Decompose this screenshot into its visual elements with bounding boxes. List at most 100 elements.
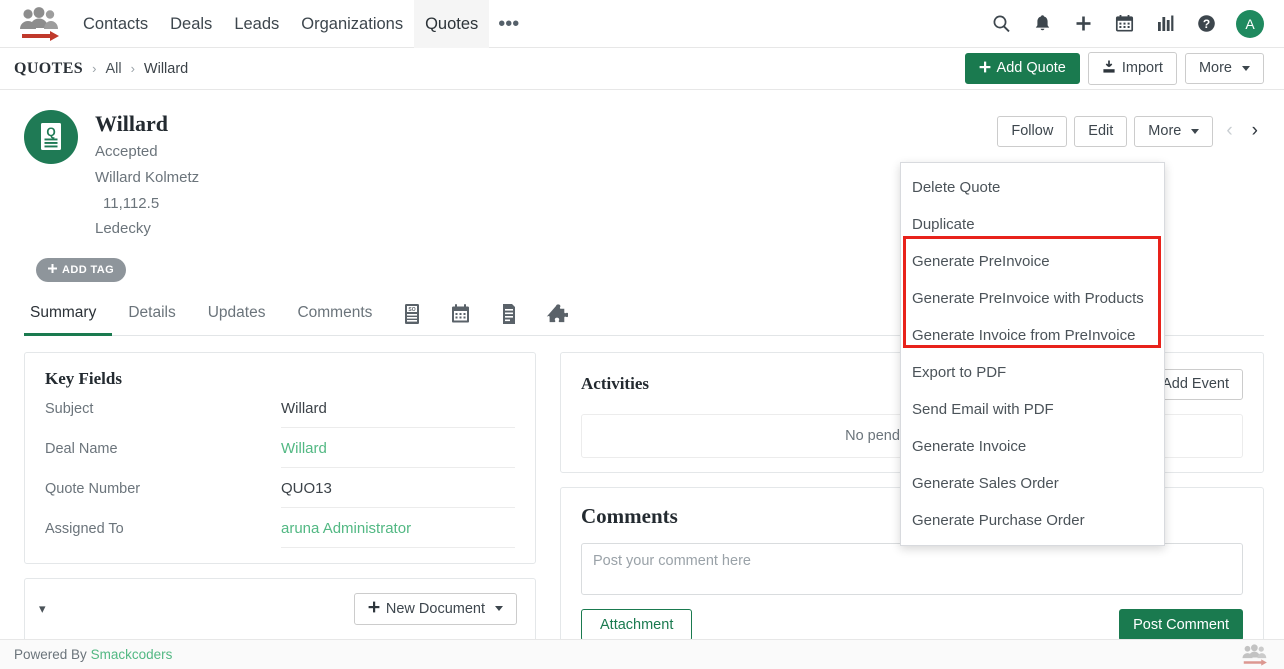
left-column: Key Fields Subject Willard Deal Name Wil… bbox=[24, 352, 536, 660]
more-dropdown-menu: Delete Quote Duplicate Generate PreInvoi… bbox=[900, 162, 1165, 546]
key-field-value-subject[interactable]: Willard bbox=[281, 391, 515, 428]
menu-item-generate-preinvoice-with-products[interactable]: Generate PreInvoice with Products bbox=[901, 280, 1164, 317]
edit-button[interactable]: Edit bbox=[1074, 116, 1127, 147]
menu-item-delete-quote[interactable]: Delete Quote bbox=[901, 169, 1164, 206]
documents-header: ▾ New Document bbox=[25, 579, 535, 625]
invoice-icon bbox=[499, 303, 518, 325]
nav-link-deals[interactable]: Deals bbox=[159, 0, 223, 48]
calendar-icon[interactable] bbox=[1113, 13, 1135, 35]
key-field-label: Deal Name bbox=[45, 441, 281, 457]
follow-button[interactable]: Follow bbox=[997, 116, 1067, 147]
breadcrumb-actions: Add Quote Import More bbox=[965, 52, 1264, 86]
menu-item-duplicate[interactable]: Duplicate bbox=[901, 206, 1164, 243]
breadcrumb-item-willard: Willard bbox=[144, 61, 188, 77]
comment-input[interactable] bbox=[581, 543, 1243, 595]
activities-title: Activities bbox=[581, 374, 649, 394]
tab-invoice[interactable] bbox=[485, 295, 532, 335]
tab-extensions[interactable] bbox=[532, 296, 582, 335]
tab-details[interactable]: Details bbox=[112, 294, 191, 336]
comment-attachment-button[interactable]: Attachment bbox=[581, 609, 692, 642]
breadcrumb-item-all[interactable]: All bbox=[105, 61, 121, 77]
add-tag-label: ADD TAG bbox=[62, 264, 114, 276]
plus-icon[interactable] bbox=[1072, 13, 1094, 35]
new-document-label: New Document bbox=[386, 602, 485, 617]
nav-overflow-button[interactable]: ••• bbox=[489, 4, 528, 44]
footer-text: Powered By bbox=[14, 647, 87, 662]
app-logo[interactable] bbox=[0, 7, 72, 41]
menu-item-send-email-with-pdf[interactable]: Send Email with PDF bbox=[901, 391, 1164, 428]
key-field-row: Deal Name Willard bbox=[45, 429, 515, 469]
import-label: Import bbox=[1122, 61, 1163, 76]
nav-link-contacts[interactable]: Contacts bbox=[72, 0, 159, 48]
people-arrow-logo-icon bbox=[1240, 644, 1270, 666]
add-quote-button[interactable]: Add Quote bbox=[965, 53, 1080, 85]
key-fields-title: Key Fields bbox=[45, 369, 515, 389]
chart-icon[interactable] bbox=[1154, 13, 1176, 35]
chevron-down-icon bbox=[1242, 66, 1250, 71]
menu-item-generate-invoice-from-preinvoice[interactable]: Generate Invoice from PreInvoice bbox=[901, 317, 1164, 354]
page-footer: Powered By Smackcoders bbox=[0, 639, 1284, 669]
nav-link-quotes[interactable]: Quotes bbox=[414, 0, 489, 48]
record-more-label: More bbox=[1148, 124, 1181, 139]
svg-text:SO: SO bbox=[409, 307, 416, 313]
record-status: Accepted bbox=[95, 143, 199, 162]
plus-icon bbox=[979, 61, 991, 77]
menu-item-generate-preinvoice[interactable]: Generate PreInvoice bbox=[901, 243, 1164, 280]
breadcrumb-more-button[interactable]: More bbox=[1185, 53, 1264, 84]
tab-updates[interactable]: Updates bbox=[192, 294, 282, 336]
tab-comments[interactable]: Comments bbox=[281, 294, 388, 336]
breadcrumb-root[interactable]: QUOTES bbox=[14, 60, 83, 78]
record-contact: Willard Kolmetz bbox=[95, 169, 199, 188]
menu-item-export-to-pdf[interactable]: Export to PDF bbox=[901, 354, 1164, 391]
import-download-icon bbox=[1102, 60, 1116, 78]
key-field-value-quote-number[interactable]: QUO13 bbox=[281, 471, 515, 508]
breadcrumb-separator: › bbox=[131, 61, 135, 76]
import-button[interactable]: Import bbox=[1088, 52, 1177, 86]
people-arrow-logo-icon bbox=[16, 7, 64, 41]
user-avatar[interactable]: A bbox=[1236, 10, 1264, 38]
key-fields-card: Key Fields Subject Willard Deal Name Wil… bbox=[24, 352, 536, 564]
new-document-button[interactable]: New Document bbox=[354, 593, 517, 625]
record-actions: Follow Edit More ‹ › bbox=[997, 110, 1264, 147]
svg-text:?: ? bbox=[1202, 17, 1209, 31]
top-nav-actions: ? A bbox=[990, 10, 1284, 38]
key-field-row: Assigned To aruna Administrator bbox=[45, 509, 515, 549]
more-label: More bbox=[1199, 61, 1232, 76]
nav-link-organizations[interactable]: Organizations bbox=[290, 0, 414, 48]
tab-summary[interactable]: Summary bbox=[24, 294, 112, 336]
key-field-row: Subject Willard bbox=[45, 389, 515, 429]
tab-calendar[interactable] bbox=[436, 295, 485, 335]
record-more-button[interactable]: More bbox=[1134, 116, 1213, 147]
svg-text:Q: Q bbox=[46, 125, 55, 139]
bell-icon[interactable] bbox=[1031, 13, 1053, 35]
key-field-label: Quote Number bbox=[45, 481, 281, 497]
chevron-down-icon bbox=[495, 606, 503, 611]
calendar-icon bbox=[450, 303, 471, 325]
add-tag-button[interactable]: ADD TAG bbox=[36, 258, 126, 282]
record-organization: Ledecky bbox=[95, 220, 199, 239]
key-field-value-deal-name[interactable]: Willard bbox=[281, 431, 515, 468]
search-icon[interactable] bbox=[990, 13, 1012, 35]
main-nav-links: Contacts Deals Leads Organizations Quote… bbox=[72, 0, 528, 48]
menu-item-generate-purchase-order[interactable]: Generate Purchase Order bbox=[901, 502, 1164, 539]
nav-link-leads[interactable]: Leads bbox=[223, 0, 290, 48]
sales-order-icon: SO bbox=[402, 303, 422, 325]
menu-item-generate-invoice[interactable]: Generate Invoice bbox=[901, 428, 1164, 465]
breadcrumb-bar: QUOTES › All › Willard Add Quote Import … bbox=[0, 48, 1284, 90]
post-comment-button[interactable]: Post Comment bbox=[1119, 609, 1243, 642]
quote-avatar: Q bbox=[24, 110, 78, 164]
quote-document-icon: Q bbox=[36, 121, 66, 153]
next-record-button[interactable]: › bbox=[1246, 120, 1264, 142]
breadcrumb-separator: › bbox=[92, 61, 96, 76]
help-icon[interactable]: ? bbox=[1195, 13, 1217, 35]
footer-brand-link[interactable]: Smackcoders bbox=[91, 647, 173, 662]
footer-logo bbox=[1240, 644, 1270, 666]
key-field-value-assigned-to[interactable]: aruna Administrator bbox=[281, 511, 515, 548]
menu-item-generate-sales-order[interactable]: Generate Sales Order bbox=[901, 465, 1164, 502]
previous-record-button[interactable]: ‹ bbox=[1220, 120, 1238, 142]
record-meta: Willard Accepted Willard Kolmetz 11,112.… bbox=[95, 110, 199, 239]
chevron-down-icon[interactable]: ▾ bbox=[39, 601, 46, 617]
chevron-down-icon bbox=[1191, 129, 1199, 134]
tab-sales-order[interactable]: SO bbox=[388, 295, 436, 335]
add-quote-label: Add Quote bbox=[997, 61, 1066, 76]
